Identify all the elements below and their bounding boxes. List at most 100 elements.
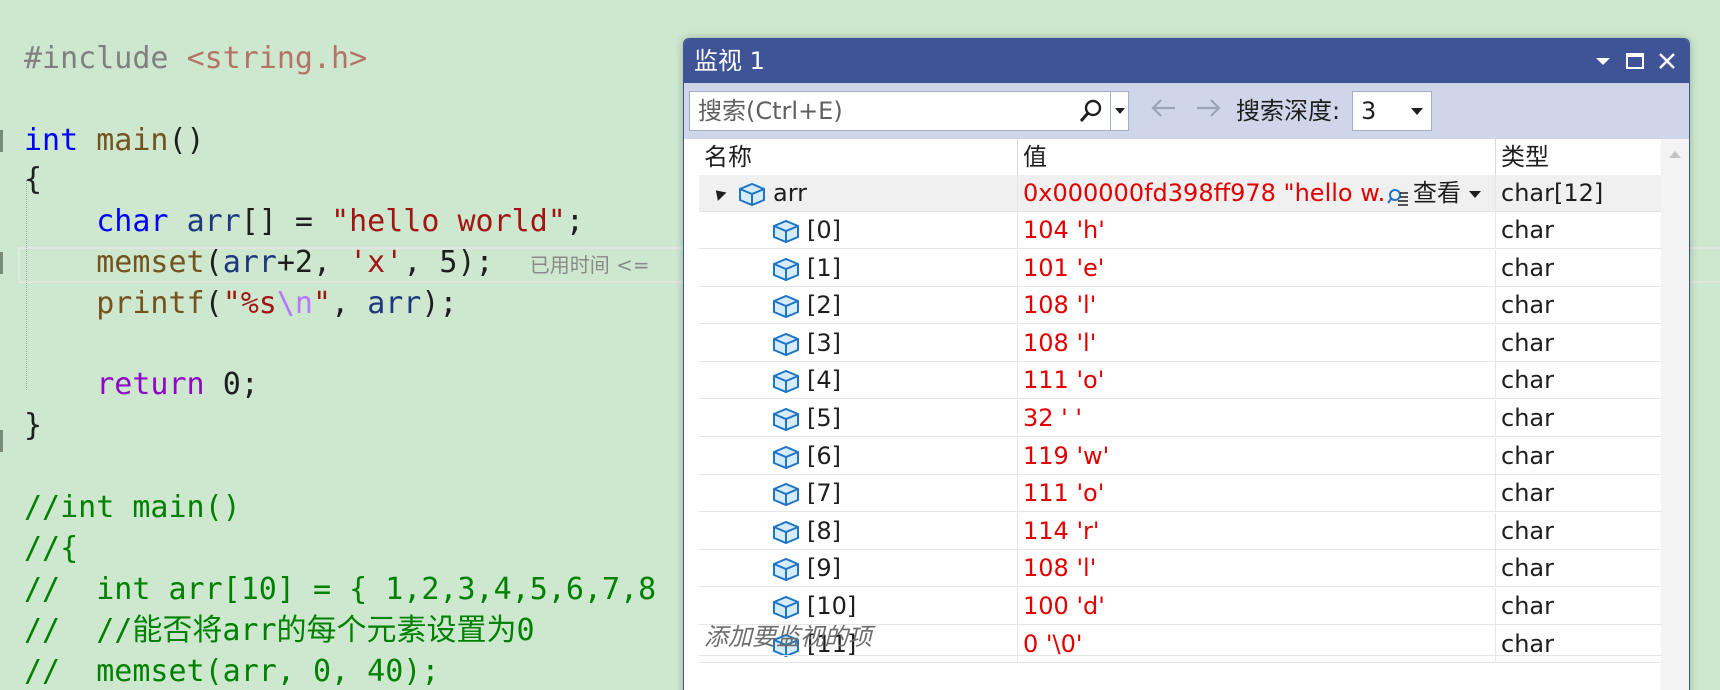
watch-name-text: [5] <box>807 404 841 432</box>
watch-name-text: [1] <box>807 254 841 282</box>
watch-name-text: [7] <box>807 479 841 507</box>
chevron-down-icon <box>1469 191 1481 198</box>
code-line-printf: printf("%s\n", arr); <box>96 286 458 321</box>
code-line-arr-decl: char arr[] = "hello world"; <box>96 204 584 239</box>
variable-icon <box>771 519 801 545</box>
watch-cell-value[interactable]: 108 'l' <box>1017 325 1495 361</box>
watch-cell-value[interactable]: 104 'h' <box>1017 212 1495 248</box>
watch-name-text: [4] <box>807 366 841 394</box>
watch-cell-value <box>1017 619 1495 655</box>
watch-name-text: [9] <box>807 554 841 582</box>
search-box[interactable] <box>689 91 1129 131</box>
column-header-name[interactable]: 名称 <box>699 139 1017 175</box>
watch-cell-type: char <box>1495 438 1669 474</box>
watch-toolbar: 搜索深度: 3 <box>684 83 1689 139</box>
watch-cell-name: [3] <box>699 325 1017 361</box>
code-line-comment-memset: // memset(arr, 0, 40); <box>24 654 440 689</box>
search-depth-label: 搜索深度: <box>1236 97 1341 125</box>
watch-cell-type: char <box>1495 287 1669 323</box>
variable-icon <box>771 293 801 319</box>
search-back-arrow-icon[interactable] <box>1147 95 1181 129</box>
view-visualizer-button[interactable]: 查看 <box>1383 175 1487 211</box>
watch-row-element[interactable]: [4] 111 'o' char <box>699 362 1669 399</box>
watch-cell-value[interactable]: 101 'e' <box>1017 250 1495 286</box>
watch-cell-value[interactable]: 32 ' ' <box>1017 400 1495 436</box>
watch-cell-value[interactable]: 114 'r' <box>1017 513 1495 549</box>
search-input[interactable] <box>690 92 1086 130</box>
watch-cell-type: char <box>1495 250 1669 286</box>
watch-cell-value[interactable]: 108 'l' <box>1017 287 1495 323</box>
watch-cell-type: char <box>1495 212 1669 248</box>
watch-cell-type <box>1495 619 1669 655</box>
watch-row-element[interactable]: [0] 104 'h' char <box>699 212 1669 249</box>
search-forward-arrow-icon[interactable] <box>1191 95 1225 129</box>
watch-grid-header: 名称 值 类型 <box>699 139 1669 176</box>
gutter-marker <box>0 252 3 274</box>
watch-cell-type: char <box>1495 550 1669 586</box>
collapse-arrow-icon[interactable] <box>711 186 727 201</box>
watch-cell-type: char <box>1495 400 1669 436</box>
close-icon[interactable] <box>1653 47 1681 75</box>
add-watch-input[interactable]: 添加要监视的项 <box>699 619 1017 655</box>
watch-cell-type: char <box>1495 513 1669 549</box>
variable-icon <box>771 444 801 470</box>
variable-icon <box>771 368 801 394</box>
watch-cell-type: char <box>1495 362 1669 398</box>
column-header-type[interactable]: 类型 <box>1495 139 1669 175</box>
column-header-value[interactable]: 值 <box>1017 139 1495 175</box>
code-line-comment-question: // //能否将arr的每个元素设置为0 <box>24 613 535 648</box>
watch-name-text: [2] <box>807 291 841 319</box>
watch-name-text: [0] <box>807 216 841 244</box>
search-options-dropdown[interactable] <box>1110 92 1129 130</box>
watch-row-arr[interactable]: arr 0x000000fd398ff978 "hello w... 查看 ch… <box>699 175 1669 212</box>
scroll-up-arrow-icon[interactable] <box>1669 151 1681 158</box>
gutter-marker <box>0 430 3 452</box>
watch-row-element[interactable]: [9] 108 'l' char <box>699 550 1669 587</box>
watch-cell-type: char[12] <box>1495 175 1669 211</box>
variable-icon <box>737 181 767 207</box>
view-button-label: 查看 <box>1413 179 1461 207</box>
search-icon[interactable] <box>1078 98 1104 124</box>
watch-row-element[interactable]: [1] 101 'e' char <box>699 250 1669 287</box>
watch-cell-value[interactable]: 111 'o' <box>1017 475 1495 511</box>
watch-row-element[interactable]: [3] 108 'l' char <box>699 325 1669 362</box>
watch-window[interactable]: 监视 1 搜索深度: 3 <box>683 38 1690 690</box>
variable-icon <box>771 218 801 244</box>
watch-cell-name: [9] <box>699 550 1017 586</box>
variable-icon <box>771 331 801 357</box>
variable-icon <box>771 594 801 620</box>
watch-row-element[interactable]: [7] 111 'o' char <box>699 475 1669 512</box>
watch-cell-name: [7] <box>699 475 1017 511</box>
watch-row-element[interactable]: [6] 119 'w' char <box>699 438 1669 475</box>
watch-cell-name: arr <box>699 175 1017 211</box>
code-line-comment-brace: //{ <box>24 531 79 566</box>
code-line-comment-arr: // int arr[10] = { 1,2,3,4,5,6,7,8 <box>24 572 657 607</box>
search-depth-select[interactable]: 3 <box>1352 91 1432 131</box>
watch-cell-name: [4] <box>699 362 1017 398</box>
watch-row-element[interactable]: [2] 108 'l' char <box>699 287 1669 324</box>
watch-value-text: 0x000000fd398ff978 "hello w... <box>1023 179 1401 207</box>
watch-cell-name: [0] <box>699 212 1017 248</box>
gutter-marker <box>0 130 3 152</box>
watch-cell-type: char <box>1495 325 1669 361</box>
watch-cell-type: char <box>1495 475 1669 511</box>
code-line-memset: memset(arr+2, 'x', 5); 已用时间 <= <box>96 245 650 280</box>
add-watch-placeholder: 添加要监视的项 <box>704 623 872 651</box>
watch-cell-name: [2] <box>699 287 1017 323</box>
watch-cell-value[interactable]: 111 'o' <box>1017 362 1495 398</box>
watch-row-element[interactable]: [5] 32 ' ' char <box>699 400 1669 437</box>
watch-cell-value[interactable]: 108 'l' <box>1017 550 1495 586</box>
code-line-return: return 0; <box>96 367 259 402</box>
dropdown-icon[interactable] <box>1589 47 1617 75</box>
vertical-scrollbar[interactable] <box>1661 139 1689 690</box>
add-watch-row[interactable]: 添加要监视的项 <box>699 619 1669 656</box>
watch-cell-value[interactable]: 119 'w' <box>1017 438 1495 474</box>
watch-name-text: arr <box>773 179 808 207</box>
watch-cell-name: [5] <box>699 400 1017 436</box>
maximize-icon[interactable] <box>1621 47 1649 75</box>
code-line-comment-main: //int main() <box>24 490 241 525</box>
elapsed-time-hint: 已用时间 <= <box>529 253 650 277</box>
watch-titlebar[interactable]: 监视 1 <box>684 39 1689 83</box>
watch-cell-value[interactable]: 0x000000fd398ff978 "hello w... 查看 <box>1017 175 1495 211</box>
watch-row-element[interactable]: [8] 114 'r' char <box>699 513 1669 550</box>
